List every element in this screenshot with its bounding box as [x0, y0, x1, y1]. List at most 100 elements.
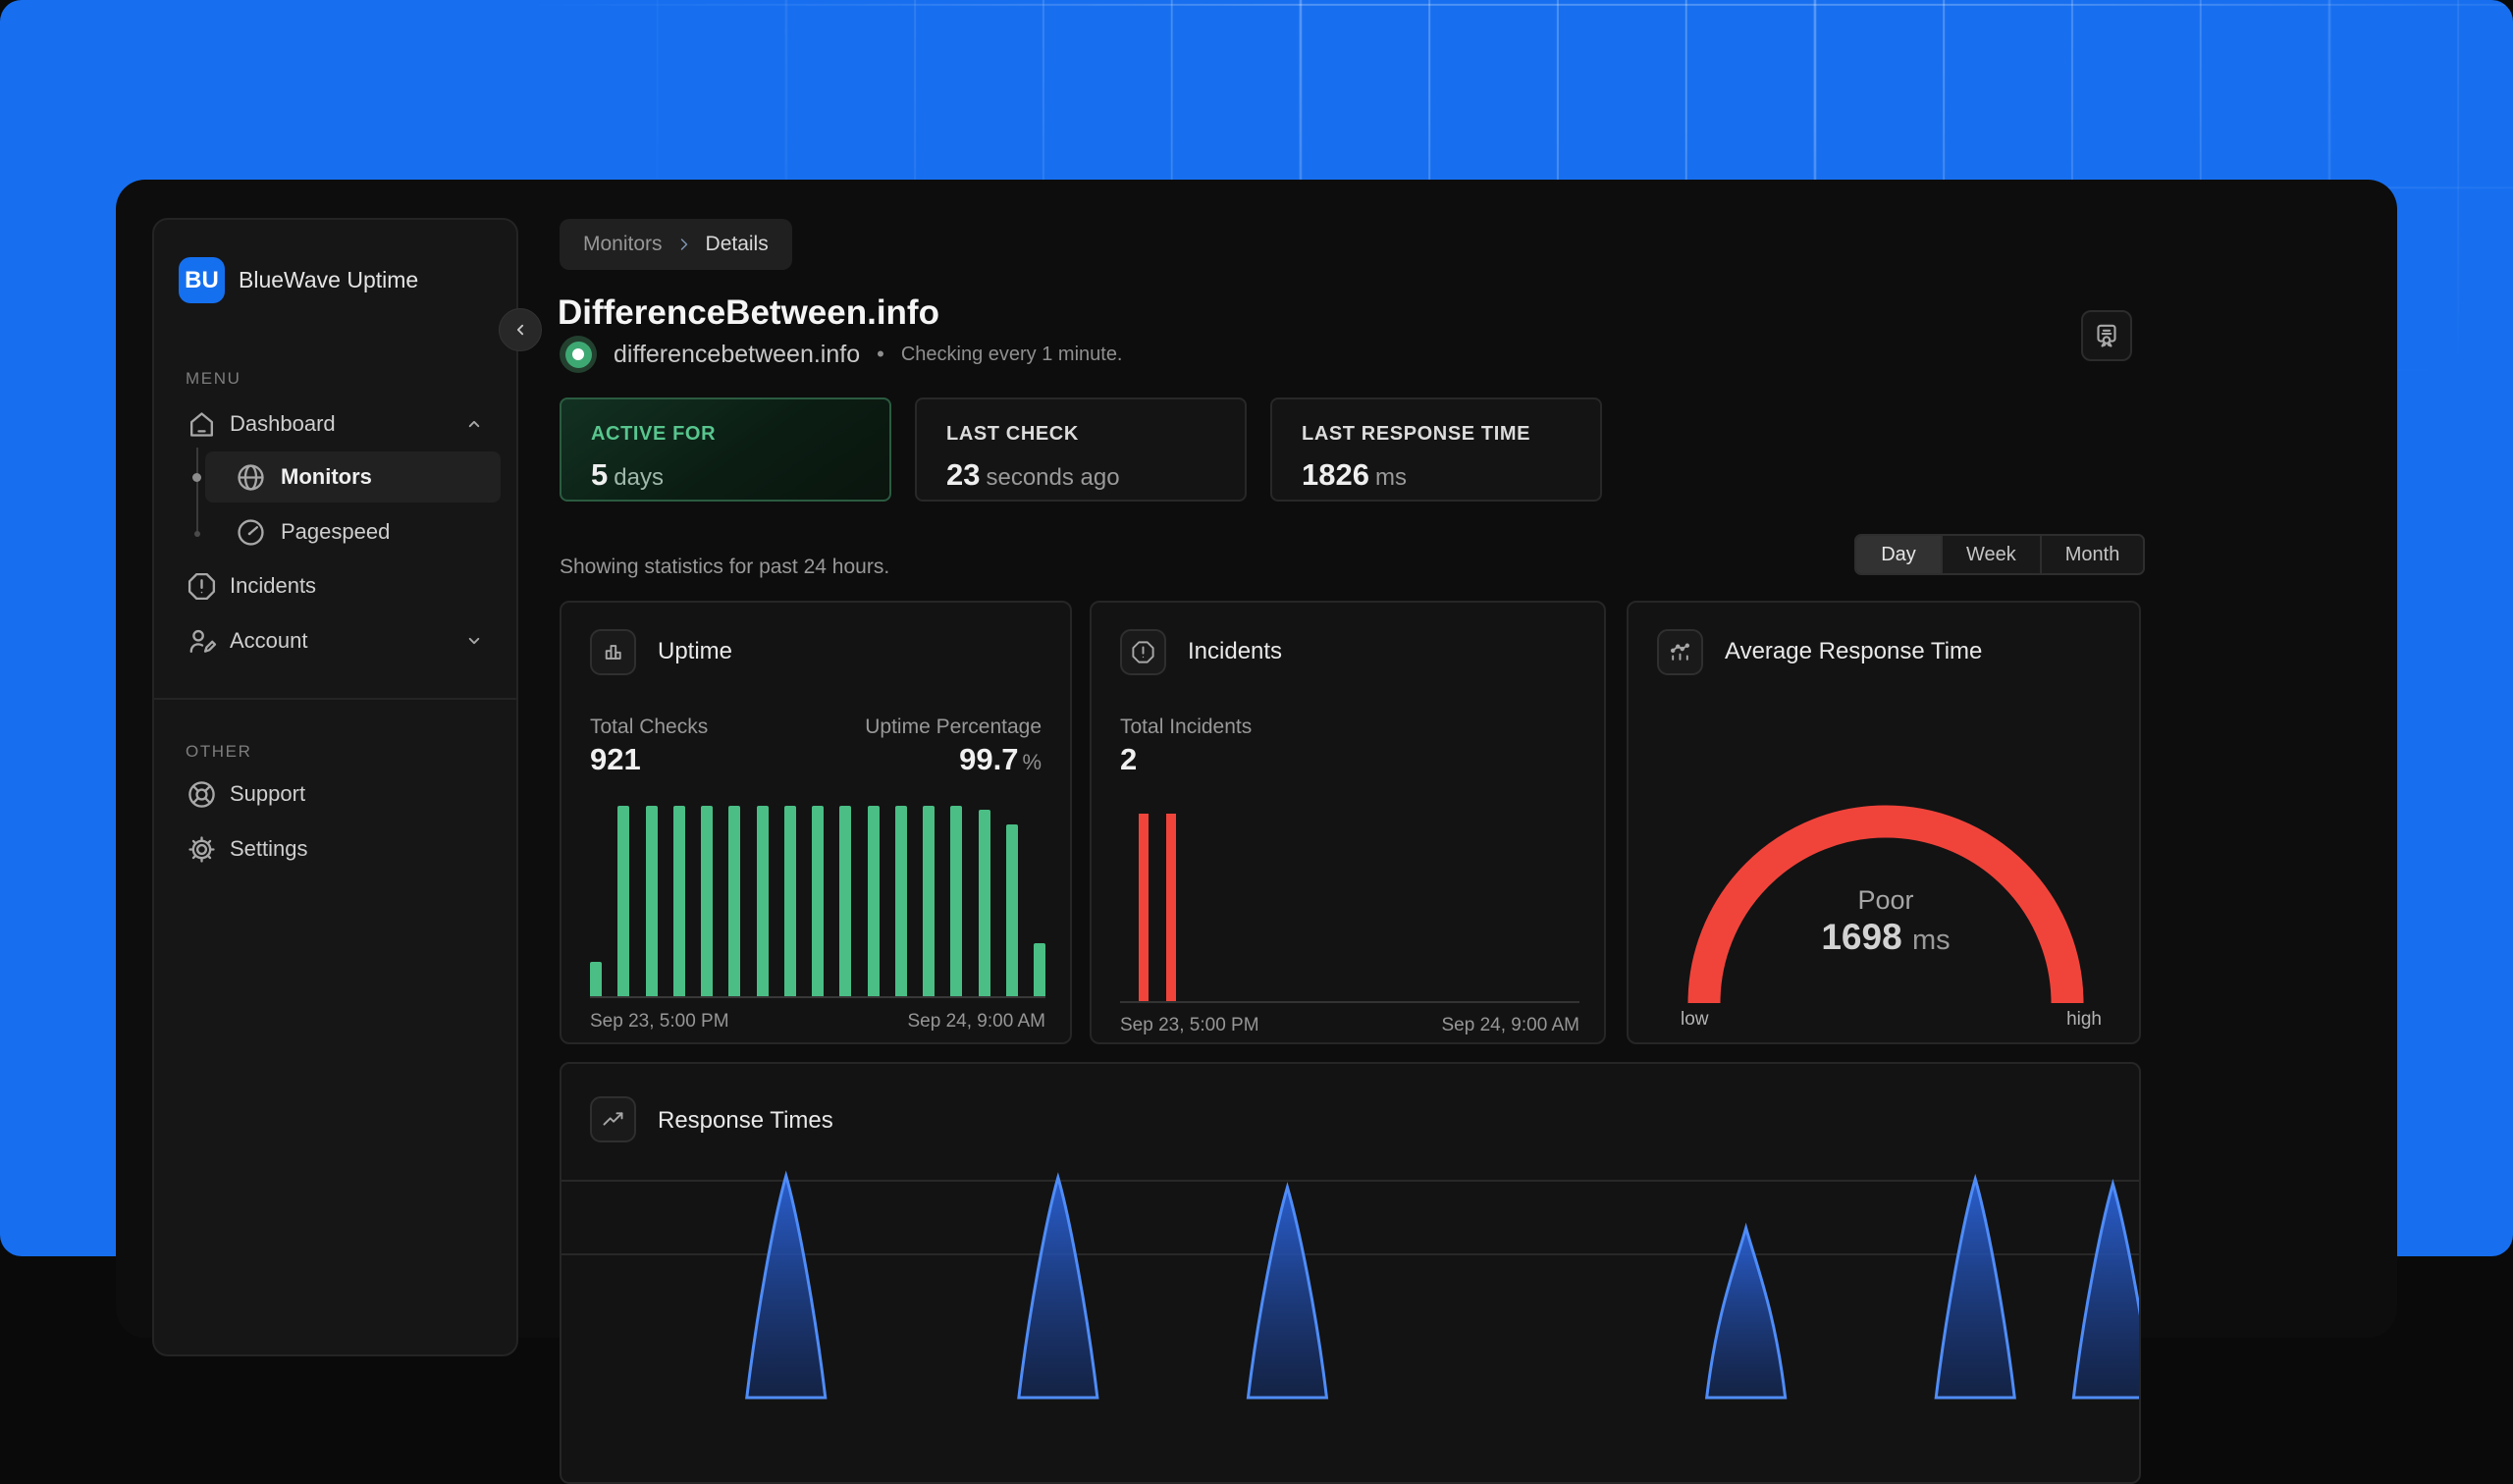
life-ring-icon — [186, 778, 218, 811]
response-time-spike — [1707, 1228, 1786, 1398]
stat-label: LAST CHECK — [946, 423, 1215, 446]
bar-chart-icon — [600, 639, 626, 665]
gear-icon — [186, 833, 218, 866]
gauge-status: Poor — [1629, 885, 2141, 916]
stat-cards-row: ACTIVE FOR 5days LAST CHECK 23seconds ag… — [560, 398, 1602, 502]
range-month-button[interactable]: Month — [2042, 536, 2144, 573]
sidebar-item-account[interactable]: Account — [174, 618, 501, 663]
axis-start-label: Sep 23, 5:00 PM — [590, 1011, 729, 1033]
uptime-bar — [895, 806, 907, 996]
speedometer-icon — [235, 516, 267, 549]
stat-unit: seconds ago — [986, 464, 1119, 491]
app-panel: BU BlueWave Uptime MENU Dashboard Monito… — [116, 180, 2397, 1338]
sidebar: BU BlueWave Uptime MENU Dashboard Monito… — [152, 218, 518, 1356]
sidebar-collapse-button[interactable] — [499, 308, 542, 351]
chevron-left-icon — [508, 317, 533, 343]
gauge-high-label: high — [2066, 1009, 2102, 1031]
incidents-axis-labels: Sep 23, 5:00 PM Sep 24, 9:00 AM — [1120, 1015, 1579, 1036]
stat-value: 1826 — [1302, 457, 1369, 492]
average-response-time-card: Average Response Time Poor 1698 ms low h… — [1627, 601, 2141, 1044]
stat-value: 5 — [591, 457, 608, 492]
stat-label: ACTIVE FOR — [591, 423, 860, 446]
uptime-bar — [812, 806, 824, 996]
range-day-button[interactable]: Day — [1856, 536, 1943, 573]
brand: BU BlueWave Uptime — [179, 257, 418, 303]
incidents-bar-chart — [1120, 814, 1579, 1003]
uptime-icon-chip — [590, 629, 636, 675]
chevron-up-icon[interactable] — [461, 411, 487, 437]
breadcrumb-monitors[interactable]: Monitors — [583, 233, 663, 256]
nav-tree-line — [196, 448, 198, 534]
total-checks-label: Total Checks — [590, 716, 708, 739]
axis-end-label: Sep 24, 9:00 AM — [908, 1011, 1046, 1033]
incidents-icon-chip — [1120, 629, 1166, 675]
last-response-time-card: LAST RESPONSE TIME 1826ms — [1270, 398, 1602, 502]
uptime-bar — [646, 806, 658, 996]
response-time-spike — [1936, 1179, 2014, 1398]
alert-octagon-icon — [1130, 639, 1156, 665]
certificate-icon — [2092, 321, 2121, 350]
sidebar-item-settings[interactable]: Settings — [174, 826, 501, 872]
card-title: Uptime — [658, 638, 732, 665]
sidebar-item-label: Dashboard — [230, 411, 336, 437]
sidebar-item-incidents[interactable]: Incidents — [174, 563, 501, 609]
sidebar-item-dashboard[interactable]: Dashboard — [174, 401, 501, 447]
uptime-bar — [1006, 824, 1018, 996]
uptime-bar — [757, 806, 769, 996]
card-title: Average Response Time — [1725, 638, 1982, 665]
nav-tree-dot — [192, 473, 201, 482]
stat-unit: ms — [1375, 464, 1407, 491]
last-check-card: LAST CHECK 23seconds ago — [915, 398, 1247, 502]
page-title: DifferenceBetween.info — [558, 293, 939, 333]
uptime-bar — [839, 806, 851, 996]
uptime-pct-label: Uptime Percentage — [865, 716, 1042, 739]
response-times-chart — [561, 1064, 2141, 1484]
certificate-button[interactable] — [2081, 310, 2132, 361]
response-time-spike — [2073, 1184, 2141, 1398]
response-time-spike — [747, 1176, 826, 1398]
menu-section-label: MENU — [186, 369, 241, 389]
sidebar-item-label: Monitors — [281, 464, 372, 490]
uptime-bar — [701, 806, 713, 996]
uptime-card: Uptime Total Checks 921 Uptime Percentag… — [560, 601, 1072, 1044]
uptime-bar — [728, 806, 740, 996]
total-checks-value: 921 — [590, 742, 641, 777]
sidebar-item-monitors[interactable]: Monitors — [205, 451, 501, 503]
uptime-bar-chart — [590, 806, 1045, 998]
sidebar-item-label: Pagespeed — [281, 519, 390, 545]
sidebar-item-pagespeed[interactable]: Pagespeed — [205, 506, 501, 557]
sidebar-item-label: Settings — [230, 836, 308, 862]
sidebar-item-support[interactable]: Support — [174, 771, 501, 817]
stat-label: LAST RESPONSE TIME — [1302, 423, 1571, 446]
sidebar-item-label: Incidents — [230, 573, 316, 599]
status-separator: • — [877, 342, 884, 367]
uptime-bar — [950, 806, 962, 996]
uptime-bar — [590, 962, 602, 996]
active-for-card: ACTIVE FOR 5days — [560, 398, 891, 502]
avg-response-icon-chip — [1657, 629, 1703, 675]
nav-tree-dot-end — [194, 531, 200, 537]
response-time-spike — [1248, 1188, 1326, 1398]
monitor-status-row: differencebetween.info • Checking every … — [560, 335, 1123, 374]
sidebar-item-label: Support — [230, 781, 305, 807]
sidebar-item-label: Account — [230, 628, 308, 654]
axis-start-label: Sep 23, 5:00 PM — [1120, 1015, 1259, 1036]
response-times-card: Response Times — [560, 1062, 2141, 1484]
incident-bar — [1166, 814, 1176, 1001]
total-incidents-label: Total Incidents — [1120, 716, 1252, 739]
gauge-unit: ms — [1912, 925, 1951, 956]
user-edit-icon — [186, 625, 218, 658]
sidebar-divider — [154, 698, 516, 700]
uptime-bar — [923, 806, 935, 996]
globe-icon — [235, 461, 267, 494]
uptime-bar — [617, 806, 629, 996]
stat-unit: days — [614, 464, 664, 491]
total-incidents-value: 2 — [1120, 742, 1137, 777]
stat-value: 23 — [946, 457, 980, 492]
chevron-down-icon[interactable] — [461, 628, 487, 654]
range-week-button[interactable]: Week — [1943, 536, 2042, 573]
monitor-url: differencebetween.info — [614, 341, 860, 369]
response-time-spike — [1019, 1178, 1097, 1398]
line-chart-dots-icon — [1667, 639, 1693, 665]
status-pulse-dot-icon — [560, 336, 597, 373]
